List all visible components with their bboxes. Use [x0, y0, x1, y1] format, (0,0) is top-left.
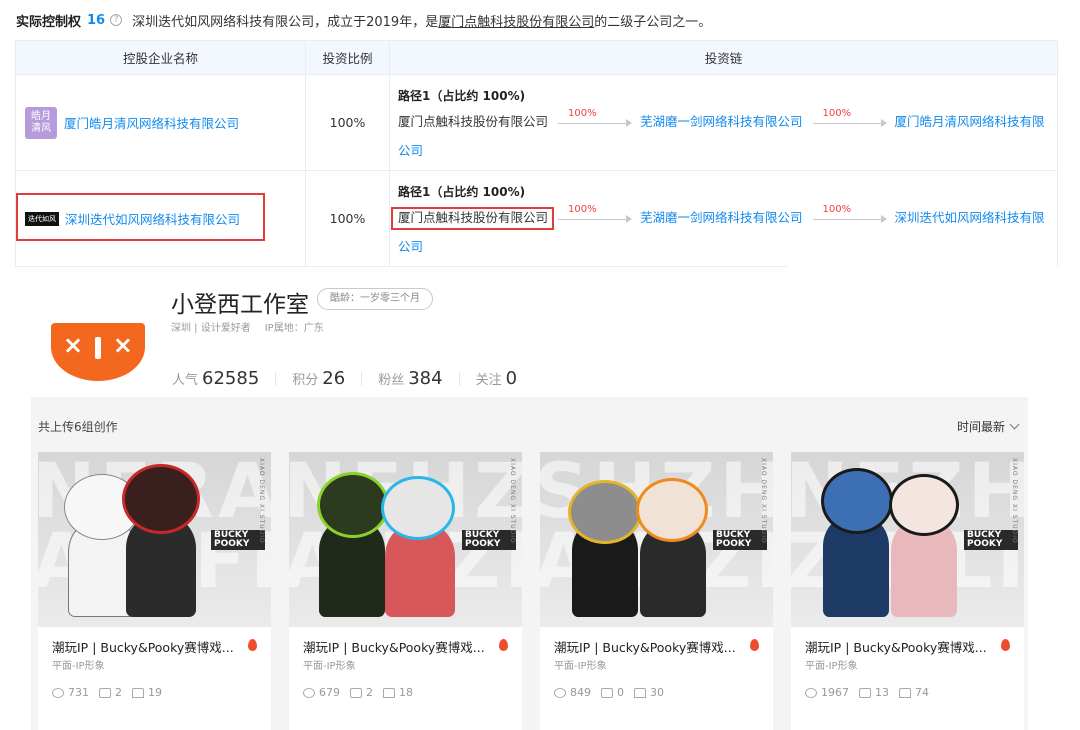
parent-company-link[interactable]: 厦门点触科技股份有限公司	[438, 11, 594, 30]
work-title[interactable]: 潮玩IP | Bucky&Pooky赛博戏...	[554, 637, 736, 656]
stats-bar: 人气 62585 积分 26 粉丝 384 关注 0	[172, 368, 517, 389]
control-count[interactable]: 16	[87, 13, 105, 28]
work-title[interactable]: 潮玩IP | Bucky&Pooky赛博戏...	[52, 637, 234, 656]
studio-name: 小登西工作室	[171, 292, 309, 318]
stat-popularity: 人气 62585	[172, 368, 260, 389]
work-thumbnail[interactable]: NFZHZHILI BUCKYPOOKY XIAO DENG XI STUDIO	[791, 452, 1024, 627]
studio-subinfo: 深圳 | 设计爱好者 IP属地：广东	[171, 319, 324, 334]
table-crop-edge	[787, 266, 1067, 272]
path-title: 路径1（占比约 100%)	[398, 184, 526, 199]
path-title: 路径1（占比约 100%)	[398, 88, 526, 103]
work-category: 平面-IP形象	[805, 661, 858, 672]
ip-location: IP属地：广东	[264, 323, 324, 334]
fire-icon	[499, 639, 508, 651]
thumbs-up-icon[interactable]	[899, 687, 911, 698]
work-card[interactable]: NFZHZHILI BUCKYPOOKY XIAO DENG XI STUDIO…	[791, 452, 1024, 730]
comment-icon	[601, 687, 613, 698]
work-thumbnail[interactable]: SHZHAIDZH BUCKYPOOKY XIAO DENG XI STUDIO	[540, 452, 773, 627]
comment-icon	[859, 687, 871, 698]
stat-points: 积分 26	[292, 368, 346, 389]
work-category: 平面-IP形象	[303, 661, 356, 672]
work-meta: 731 2 19	[52, 686, 172, 699]
table-row: 皓月 清风 厦门皓月清风网络科技有限公司 100% 路径1（占比约 100%) 厦…	[15, 74, 1058, 171]
brand-tag: BUCKY POOKY	[964, 530, 1018, 550]
fire-icon	[248, 639, 257, 651]
studio-logo[interactable]: × ×	[51, 323, 145, 381]
comment-icon	[99, 687, 111, 698]
chain-mid-company[interactable]: 芜湖磨一剑网络科技有限公司	[640, 207, 803, 226]
company-cell: 皓月 清风 厦门皓月清风网络科技有限公司	[15, 74, 306, 171]
question-circle-icon[interactable]: ?	[110, 14, 123, 26]
control-header: 实际控制权 16 ? 深圳迭代如风网络科技有限公司，成立于2019年，是 厦门点…	[16, 10, 711, 30]
arrow-right-icon: 100%	[552, 108, 636, 130]
header-ratio: 投资比例	[305, 40, 390, 75]
work-card[interactable]: SHZHAIDZH BUCKYPOOKY XIAO DENG XI STUDIO…	[540, 452, 773, 730]
thumbs-up-icon[interactable]	[383, 687, 395, 698]
chain-cell: 路径1（占比约 100%) 厦门点触科技股份有限公司 100% 芜湖磨一剑网络科…	[389, 74, 1058, 171]
works-panel: 共上传6组创作 时间最新 NFRAAIDFR BUCKYPOOKY XIAO D…	[31, 397, 1028, 730]
control-desc-prefix: 深圳迭代如风网络科技有限公司，成立于2019年，是	[132, 14, 439, 30]
work-meta: 1967 13 74	[805, 686, 939, 699]
work-category: 平面-IP形象	[52, 661, 105, 672]
chain-end-company[interactable]: 厦门皓月清风网络科技有限	[895, 111, 1045, 130]
work-thumbnail[interactable]: NFRAAIDFR BUCKYPOOKY XIAO DENG XI STUDIO	[38, 452, 271, 627]
ratio-cell: 100%	[305, 170, 390, 267]
comment-icon	[350, 687, 362, 698]
chain-mid-company[interactable]: 芜湖磨一剑网络科技有限公司	[640, 111, 803, 130]
brand-tag: BUCKY POOKY	[211, 530, 265, 550]
arrow-right-icon: 100%	[552, 204, 636, 226]
works-count: 共上传6组创作	[38, 420, 118, 434]
work-meta: 679 2 18	[303, 686, 423, 699]
work-meta: 849 0 30	[554, 686, 674, 699]
chain-end-continued[interactable]: 公司	[398, 236, 1049, 255]
highlight-box-company	[16, 193, 265, 241]
eye-icon	[554, 687, 566, 698]
stat-following[interactable]: 关注 0	[476, 368, 517, 389]
arrow-right-icon: 100%	[807, 204, 891, 226]
work-card[interactable]: NFRAAIDFR BUCKYPOOKY XIAO DENG XI STUDIO…	[38, 452, 271, 730]
control-title: 实际控制权	[16, 14, 82, 30]
eye-icon	[805, 687, 817, 698]
work-title[interactable]: 潮玩IP | Bucky&Pooky赛博戏...	[303, 637, 485, 656]
work-title[interactable]: 潮玩IP | Bucky&Pooky赛博戏...	[805, 637, 987, 656]
chain-end-company[interactable]: 深圳迭代如风网络科技有限	[895, 207, 1045, 226]
brand-tag: BUCKY POOKY	[713, 530, 767, 550]
chain-end-continued[interactable]: 公司	[398, 140, 1049, 159]
fire-icon	[1001, 639, 1010, 651]
table-header-row: 控股企业名称 投资比例 投资链	[15, 40, 1058, 75]
age-badge: 酷龄：一岁零三个月	[317, 288, 433, 310]
arrow-right-icon: 100%	[807, 108, 891, 130]
eye-icon	[52, 687, 64, 698]
sort-dropdown[interactable]: 时间最新	[957, 418, 1020, 435]
company-logo: 皓月 清风	[25, 106, 57, 139]
fire-icon	[750, 639, 759, 651]
control-desc-suffix: 的二级子公司之一。	[594, 14, 712, 30]
header-company: 控股企业名称	[15, 40, 306, 75]
studio-location: 深圳 | 设计爱好者	[171, 323, 251, 334]
company-link[interactable]: 厦门皓月清风网络科技有限公司	[64, 113, 239, 132]
thumbs-up-icon[interactable]	[132, 687, 144, 698]
work-category: 平面-IP形象	[554, 661, 607, 672]
highlight-box-parent	[391, 207, 554, 230]
thumbs-up-icon[interactable]	[634, 687, 646, 698]
work-thumbnail[interactable]: NFHZAIDZI BUCKYPOOKY XIAO DENG XI STUDIO	[289, 452, 522, 627]
brand-tag: BUCKY POOKY	[462, 530, 516, 550]
chevron-down-icon	[1009, 419, 1020, 430]
eye-icon	[303, 687, 315, 698]
chain-start-company[interactable]: 厦门点触科技股份有限公司	[398, 111, 548, 130]
work-card[interactable]: NFHZAIDZI BUCKYPOOKY XIAO DENG XI STUDIO…	[289, 452, 522, 730]
ratio-cell: 100%	[305, 74, 390, 171]
header-chain: 投资链	[389, 40, 1058, 75]
stat-fans[interactable]: 粉丝 384	[378, 368, 442, 389]
